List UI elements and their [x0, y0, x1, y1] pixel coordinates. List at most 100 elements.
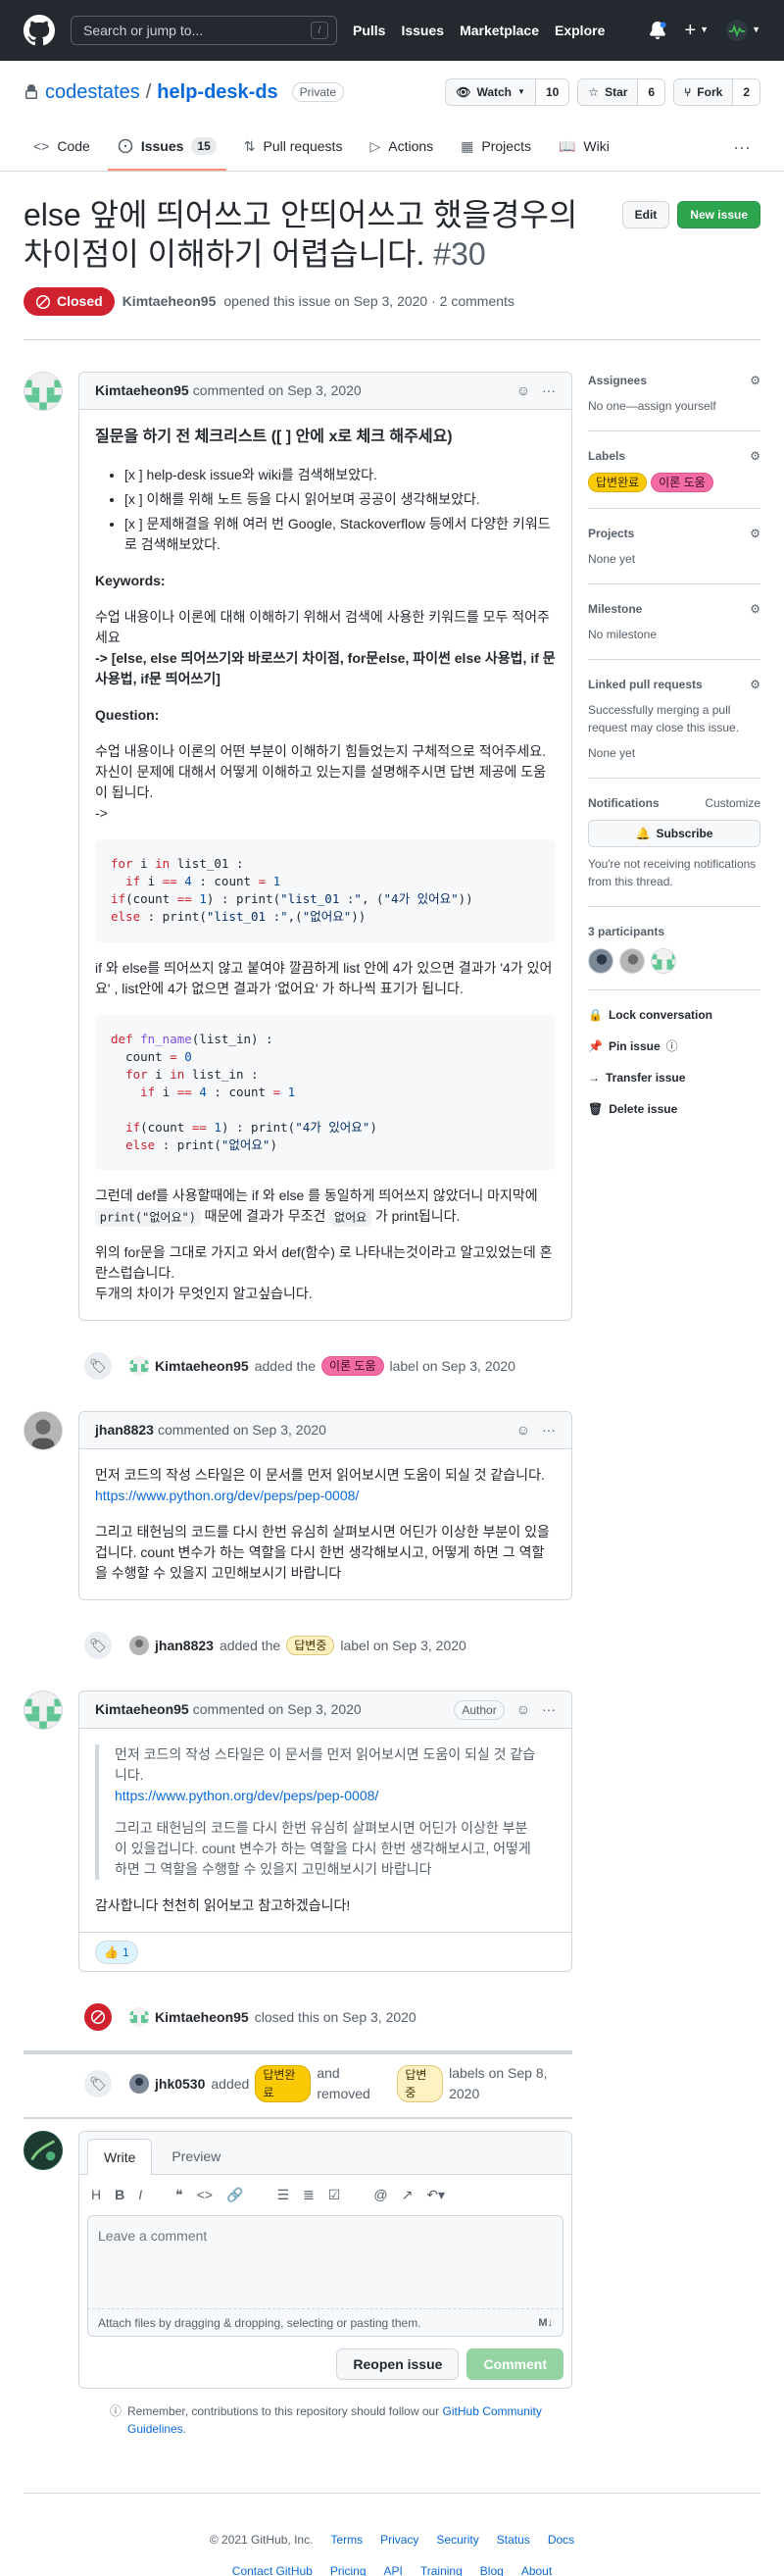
nav-marketplace[interactable]: Marketplace: [460, 21, 539, 41]
event-actor-link[interactable]: Kimtaeheon95: [155, 2007, 249, 2028]
markdown-icon[interactable]: M↓: [538, 2315, 553, 2332]
footer-link-pricing[interactable]: Pricing: [330, 2562, 367, 2576]
avatar[interactable]: [129, 1356, 149, 1377]
kebab-menu-icon[interactable]: ···: [542, 1420, 556, 1440]
tab-issues[interactable]: Issues 15: [107, 124, 226, 171]
ordered-list-icon[interactable]: ≣: [303, 2185, 315, 2205]
avatar[interactable]: [24, 1691, 63, 1731]
tab-wiki[interactable]: 📖 Wiki: [549, 124, 619, 171]
avatar[interactable]: [651, 948, 676, 974]
label-badge[interactable]: 답변중: [397, 2065, 444, 2103]
label-badge[interactable]: 답변중: [286, 1636, 335, 1656]
tab-actions[interactable]: ▷ Actions: [360, 124, 443, 171]
thumbs-up-reaction[interactable]: 👍 1: [95, 1940, 138, 1964]
event-actor-link[interactable]: jhk0530: [155, 2074, 205, 2095]
tab-code[interactable]: <> Code: [24, 124, 100, 171]
bell-icon[interactable]: [649, 22, 667, 39]
quote-icon[interactable]: ❝: [175, 2185, 183, 2205]
comment-textarea[interactable]: Leave a comment: [87, 2215, 564, 2310]
mention-icon[interactable]: @: [373, 2185, 387, 2205]
subscribe-button[interactable]: 🔔 Subscribe: [588, 820, 760, 847]
footer-link-terms[interactable]: Terms: [330, 2531, 363, 2549]
pep8-link[interactable]: https://www.python.org/dev/peps/pep-0008…: [115, 1788, 378, 1803]
label-badge[interactable]: 답변완료: [588, 473, 648, 492]
gear-icon[interactable]: ⚙: [750, 525, 760, 542]
tab-preview[interactable]: Preview: [156, 2139, 236, 2174]
comment-author-link[interactable]: jhan8823: [95, 1420, 154, 1440]
repo-name-link[interactable]: help-desk-ds: [157, 77, 277, 107]
search-input[interactable]: Search or jump to... /: [71, 16, 337, 45]
avatar[interactable]: [24, 1411, 63, 1451]
smiley-icon[interactable]: ☺: [516, 1420, 530, 1440]
create-new-menu[interactable]: + ▼: [684, 21, 709, 40]
user-menu[interactable]: ▼: [726, 20, 760, 41]
avatar[interactable]: [24, 372, 63, 411]
comment-button[interactable]: Comment: [466, 2349, 564, 2381]
smiley-icon[interactable]: ☺: [516, 380, 530, 401]
footer-link-contact[interactable]: Contact GitHub: [232, 2562, 313, 2576]
footer-link-security[interactable]: Security: [436, 2531, 478, 2549]
event-actor-link[interactable]: Kimtaeheon95: [155, 1356, 249, 1377]
footer-link-privacy[interactable]: Privacy: [380, 2531, 418, 2549]
label-badge[interactable]: 이론 도움: [651, 473, 713, 492]
label-badge[interactable]: 답변완료: [255, 2065, 312, 2103]
bold-icon[interactable]: B: [115, 2185, 124, 2205]
comment-meta[interactable]: commented on Sep 3, 2020: [158, 1420, 326, 1440]
edit-button[interactable]: Edit: [621, 201, 670, 228]
gear-icon[interactable]: ⚙: [750, 600, 760, 618]
pin-issue-button[interactable]: 📌 Pin issue ⓘ: [588, 1037, 760, 1055]
footer-link-status[interactable]: Status: [497, 2531, 530, 2549]
footer-link-training[interactable]: Training: [420, 2562, 463, 2576]
footer-link-about[interactable]: About: [521, 2562, 552, 2576]
footer-link-blog[interactable]: Blog: [480, 2562, 504, 2576]
tab-pull-requests[interactable]: ⇅ Pull requests: [234, 124, 353, 171]
avatar[interactable]: [588, 948, 613, 974]
new-issue-button[interactable]: New issue: [677, 201, 760, 228]
reopen-issue-button[interactable]: Reopen issue: [336, 2349, 460, 2381]
star-button[interactable]: ☆ Star 6: [577, 78, 666, 106]
avatar[interactable]: [129, 2007, 149, 2028]
assign-yourself-link[interactable]: No one—assign yourself: [588, 397, 760, 415]
code-icon[interactable]: <>: [197, 2185, 213, 2205]
watch-button[interactable]: 👁 Watch ▼ 10: [445, 78, 570, 106]
avatar[interactable]: [129, 2074, 149, 2095]
tab-write[interactable]: Write: [87, 2139, 153, 2176]
lock-conversation-button[interactable]: 🔒 Lock conversation: [588, 1006, 760, 1024]
fork-button[interactable]: ⑂ Fork 2: [673, 78, 760, 106]
kebab-menu-icon[interactable]: ···: [542, 1699, 556, 1720]
smiley-icon[interactable]: ☺: [516, 1699, 530, 1720]
gear-icon[interactable]: ⚙: [750, 676, 760, 693]
comment-meta[interactable]: commented on Sep 3, 2020: [193, 1699, 362, 1720]
transfer-issue-button[interactable]: → Transfer issue: [588, 1069, 760, 1086]
more-tabs-icon[interactable]: ···: [723, 124, 760, 171]
label-badge[interactable]: 이론 도움: [321, 1356, 384, 1377]
kebab-menu-icon[interactable]: ···: [542, 380, 556, 401]
star-count[interactable]: 6: [638, 79, 665, 105]
event-actor-link[interactable]: jhan8823: [155, 1636, 214, 1656]
nav-pulls[interactable]: Pulls: [353, 21, 385, 41]
repo-owner-link[interactable]: codestates: [45, 77, 140, 107]
reply-icon[interactable]: ↶▾: [426, 2185, 445, 2205]
github-logo-icon[interactable]: [24, 15, 55, 46]
italic-icon[interactable]: I: [138, 2185, 142, 2205]
watch-count[interactable]: 10: [535, 79, 569, 105]
comment-author-link[interactable]: Kimtaeheon95: [95, 1699, 189, 1720]
heading-icon[interactable]: H: [91, 2185, 101, 2205]
fork-count[interactable]: 2: [733, 79, 760, 105]
footer-link-api[interactable]: API: [384, 2562, 403, 2576]
attach-files-bar[interactable]: Attach files by dragging & dropping, sel…: [87, 2309, 564, 2338]
task-list-icon[interactable]: ☑: [328, 2185, 341, 2205]
delete-issue-button[interactable]: 🗑 Delete issue: [588, 1100, 760, 1118]
customize-link[interactable]: Customize: [705, 794, 760, 812]
pep8-link[interactable]: https://www.python.org/dev/peps/pep-0008…: [95, 1488, 359, 1503]
issue-author-link[interactable]: Kimtaeheon95: [122, 291, 217, 312]
avatar[interactable]: [619, 948, 645, 974]
footer-link-docs[interactable]: Docs: [548, 2531, 574, 2549]
avatar[interactable]: [24, 2131, 63, 2171]
gear-icon[interactable]: ⚙: [750, 372, 760, 389]
link-icon[interactable]: 🔗: [226, 2185, 243, 2205]
cross-reference-icon[interactable]: ↗: [402, 2185, 414, 2205]
avatar[interactable]: [129, 1636, 149, 1656]
comment-meta[interactable]: commented on Sep 3, 2020: [193, 380, 362, 401]
tab-projects[interactable]: ▦ Projects: [451, 124, 541, 171]
